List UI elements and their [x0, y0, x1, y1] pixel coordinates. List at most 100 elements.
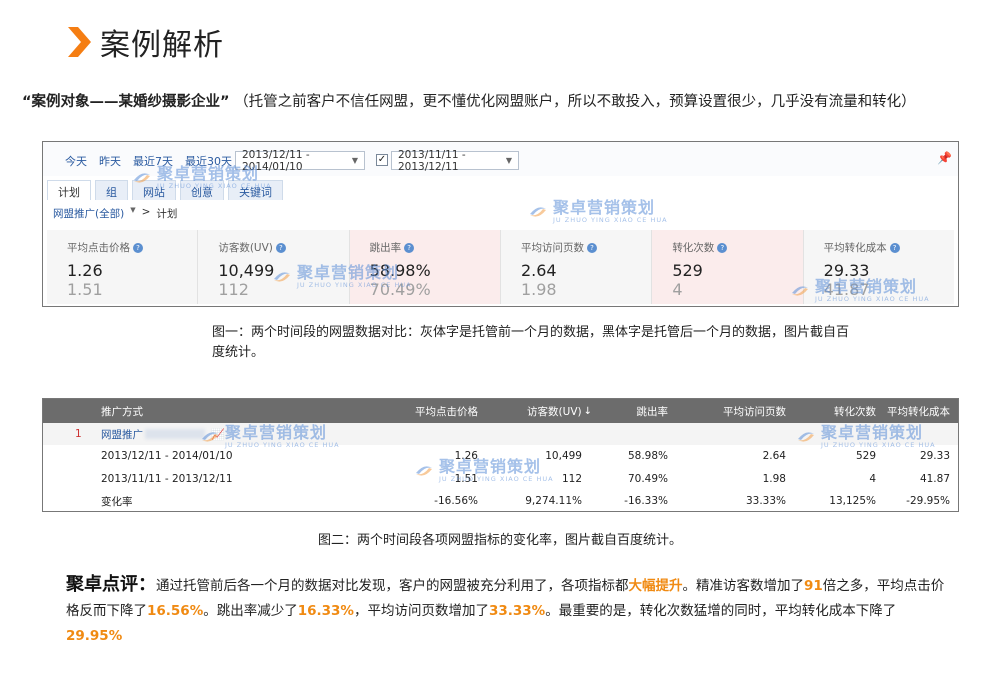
cell-value: 29.33 [919, 450, 950, 462]
pin-icon[interactable]: 📌 [937, 151, 952, 165]
row-name-link[interactable]: 网盟推广 [101, 427, 143, 442]
table-row: 1 网盟推广 📈 [43, 423, 958, 445]
comment-text: 通过托管前后各一个月的数据对比发现，客户的网盟被充分利用了，各项指标都 [156, 578, 629, 594]
blurred-name [145, 429, 205, 439]
quick-link-yesterday[interactable]: 昨天 [99, 153, 121, 169]
metric-after-value: 10,499 [218, 261, 275, 280]
cell-value: 1.51 [454, 473, 478, 485]
metric-avg-conversion-cost: 平均转化成本? 29.33 41.87 [802, 230, 954, 304]
metric-after-value: 529 [672, 261, 703, 280]
cell-value: 70.49% [627, 473, 668, 485]
col-header-conversions[interactable]: 转化次数 [834, 399, 876, 423]
tab-group[interactable]: 组 [95, 180, 128, 200]
help-icon[interactable]: ? [275, 243, 286, 253]
metric-label: 平均转化成本 [823, 242, 887, 254]
row-label: 变化率 [101, 495, 133, 508]
help-icon[interactable]: ? [889, 243, 900, 253]
cell-value: 58.98% [627, 450, 668, 462]
cell-value: 41.87 [919, 473, 950, 485]
cell-value: -29.95% [906, 495, 950, 507]
help-icon[interactable]: ? [404, 243, 415, 253]
chevron-down-icon: ▼ [130, 206, 136, 214]
comment-highlight: 33.33% [488, 603, 546, 619]
section-header: 案例解析 [66, 20, 224, 64]
row-label: 2013/12/11 - 2014/01/10 [101, 450, 233, 462]
metric-after-value: 1.26 [67, 261, 103, 280]
comment-title: 聚卓点评： [66, 574, 156, 595]
row-index: 1 [75, 428, 82, 440]
chevron-down-icon: ▼ [505, 156, 512, 165]
cell-value: 112 [561, 473, 582, 485]
quick-link-7days[interactable]: 最近7天 [133, 153, 173, 169]
change-rate-table-screenshot: 推广方式 平均点击价格 访客数(UV) ↓ 跳出率 平均访问页数 转化次数 平均转… [42, 398, 959, 512]
expert-comment: 聚卓点评：通过托管前后各一个月的数据对比发现，客户的网盟被充分利用了，各项指标都… [66, 572, 946, 649]
help-icon[interactable]: ? [717, 243, 728, 253]
comment-highlight: 16.33% [297, 603, 354, 619]
quick-link-30days[interactable]: 最近30天 [185, 153, 232, 169]
metric-before-value: 1.98 [520, 280, 557, 299]
col-header-avg-pages[interactable]: 平均访问页数 [723, 399, 786, 423]
col-header-bounce-rate[interactable]: 跳出率 [637, 399, 669, 423]
compare-date-range-select[interactable]: 2013/11/11 - 2013/12/11 ▼ [391, 149, 519, 173]
comment-highlight: 16.56% [147, 603, 204, 619]
table-row: 变化率 -16.56% 9,274.11% -16.33% 33.33% 13,… [43, 490, 958, 511]
tab-site[interactable]: 网站 [132, 180, 176, 200]
metric-label: 访客数(UV) [218, 242, 273, 254]
metric-avg-pages: 平均访问页数? 2.64 1.98 [499, 230, 652, 304]
cell-value: 33.33% [745, 495, 786, 507]
metric-before-value: 1.51 [67, 280, 103, 299]
comment-text: 。精准访客数增加了 [682, 578, 805, 594]
metric-label: 平均访问页数 [520, 242, 584, 254]
case-note: （托管之前客户不信任网盟，更不懂优化网盟账户，所以不敢投入，预算设置很少，几乎没… [234, 94, 916, 110]
table-header: 推广方式 平均点击价格 访客数(UV) ↓ 跳出率 平均访问页数 转化次数 平均转… [43, 399, 958, 423]
case-subject: “案例对象——某婚纱摄影企业” [22, 94, 230, 110]
metric-conversions: 转化次数? 529 4 [651, 230, 803, 304]
watermark-sub: JU ZHUO YING XIAO CE HUA [553, 216, 668, 224]
table-row: 2013/12/11 - 2014/01/10 1.26 10,499 58.9… [43, 445, 958, 467]
case-description: “案例对象——某婚纱摄影企业” （托管之前客户不信任网盟，更不懂优化网盟账户，所… [22, 90, 992, 111]
cell-value: -16.56% [434, 495, 478, 507]
col-header-visitors[interactable]: 访客数(UV) ↓ [527, 399, 592, 423]
trend-chart-icon[interactable]: 📈 [211, 428, 225, 441]
comment-text: 。最重要的是，转化次数猛增的同时，平均转化成本下降了 [545, 603, 897, 619]
col-header-avg-click-price[interactable]: 平均点击价格 [415, 399, 478, 423]
primary-date-range-select[interactable]: 2013/12/11 - 2014/01/10 ▼ [235, 148, 365, 173]
tab-plan[interactable]: 计划 [47, 180, 91, 200]
metric-before-value: 41.87 [823, 280, 870, 299]
metric-visitors: 访客数(UV)? 10,499 112 [197, 230, 349, 304]
comment-text: 。跳出率减少了 [203, 603, 298, 619]
cell-value: 9,274.11% [525, 495, 582, 507]
comment-highlight: 91 [804, 578, 823, 594]
breadcrumb-root[interactable]: 网盟推广(全部) [53, 206, 124, 221]
breadcrumb-current: 计划 [156, 208, 178, 220]
help-icon[interactable]: ? [133, 243, 143, 253]
section-title: 案例解析 [100, 28, 224, 63]
metric-bounce-rate: 跳出率? 58.98% 70.49% [348, 230, 500, 304]
primary-date-range-value: 2013/12/11 - 2014/01/10 [242, 148, 310, 173]
metrics-panel: 平均点击价格? 1.26 1.51 访客数(UV)? 10,499 112 跳出… [47, 230, 954, 304]
metric-after-value: 58.98% [369, 261, 431, 280]
breadcrumb-sep: > [141, 206, 151, 218]
col-header-type: 推广方式 [101, 405, 143, 418]
tab-keyword[interactable]: 关键词 [228, 180, 283, 200]
metric-after-value: 29.33 [823, 261, 870, 280]
quick-link-today[interactable]: 今天 [65, 153, 87, 169]
tab-creative[interactable]: 创意 [180, 180, 224, 200]
row-label: 2013/11/11 - 2013/12/11 [101, 473, 233, 485]
cell-value: 1.98 [762, 473, 786, 485]
cell-value: 4 [869, 473, 876, 485]
metric-label: 转化次数 [672, 242, 715, 254]
col-header-visitors-label: 访客数(UV) [527, 405, 582, 418]
breadcrumb: 网盟推广(全部) ▼ > 计划 [53, 206, 177, 221]
help-icon[interactable]: ? [586, 243, 597, 253]
table-row: 2013/11/11 - 2013/12/11 1.51 112 70.49% … [43, 468, 958, 490]
metric-label: 跳出率 [369, 242, 402, 254]
chevron-right-icon [68, 27, 91, 57]
cell-value: 13,125% [829, 495, 876, 507]
compare-checkbox[interactable]: ✓ [376, 154, 388, 166]
col-header-avg-conversion-cost[interactable]: 平均转化成本 [887, 399, 950, 423]
metric-before-value: 4 [672, 280, 683, 299]
sort-desc-icon: ↓ [583, 405, 592, 417]
metric-avg-click-price: 平均点击价格? 1.26 1.51 [47, 230, 198, 304]
watermark: 聚卓营销策划 JU ZHUO YING XIAO CE HUA [527, 200, 668, 224]
